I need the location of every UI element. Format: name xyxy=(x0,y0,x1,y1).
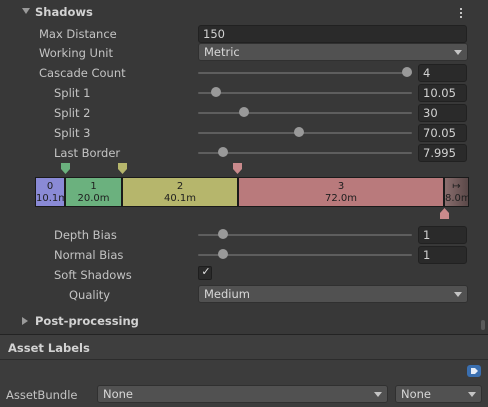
split3-handle-icon[interactable] xyxy=(233,163,242,174)
foldout-collapsed-icon[interactable] xyxy=(22,317,28,325)
chevron-down-icon xyxy=(468,392,476,397)
cascade-3: 3 72.0m xyxy=(239,178,443,206)
cascade-2: 2 40.1m xyxy=(123,178,237,206)
soft-shadows-label: Soft Shadows xyxy=(54,268,132,282)
asset-bundle-dropdown[interactable]: None xyxy=(97,385,388,403)
normal-bias-slider-thumb[interactable] xyxy=(218,249,228,259)
cascade-last-border-distance: 8.0m xyxy=(445,193,468,204)
split2-slider-track[interactable] xyxy=(198,112,412,114)
checkmark-icon: ✓ xyxy=(201,265,211,278)
split1-field[interactable]: 10.05 xyxy=(418,84,467,102)
cascade-0-distance: 10.1m xyxy=(36,193,64,204)
scrollbar-handle[interactable] xyxy=(481,320,485,330)
split2-label: Split 2 xyxy=(54,106,91,120)
asset-bundle-label: AssetBundle xyxy=(6,388,78,402)
working-unit-value: Metric xyxy=(204,45,240,59)
normal-bias-slider-track[interactable] xyxy=(198,254,412,256)
chevron-down-icon xyxy=(454,50,462,55)
cascade-2-index: 2 xyxy=(176,181,184,192)
cascade-3-distance: 72.0m xyxy=(324,193,357,204)
asset-bundle-variant-value: None xyxy=(401,387,432,401)
cascade-1-index: 1 xyxy=(90,181,97,192)
split1-slider-track[interactable] xyxy=(198,92,412,94)
split2-slider-thumb[interactable] xyxy=(239,107,249,117)
split3-slider-thumb[interactable] xyxy=(294,127,304,137)
normal-bias-label: Normal Bias xyxy=(54,248,124,262)
split1-slider-thumb[interactable] xyxy=(211,87,221,97)
last-border-slider-thumb[interactable] xyxy=(218,147,228,157)
shadows-foldout-header[interactable]: Shadows xyxy=(0,2,488,22)
label-tag-icon[interactable] xyxy=(466,364,482,378)
split3-field[interactable]: 70.05 xyxy=(418,124,467,142)
chevron-down-icon xyxy=(374,392,382,397)
quality-dropdown[interactable]: Medium xyxy=(198,285,468,303)
cascade-count-slider-track[interactable] xyxy=(198,72,412,74)
quality-label: Quality xyxy=(69,288,111,302)
cascade-count-field[interactable]: 4 xyxy=(418,64,467,82)
split2-handle-icon[interactable] xyxy=(118,163,127,174)
cascade-count-label: Cascade Count xyxy=(39,66,126,80)
post-processing-title: Post-processing xyxy=(35,314,139,328)
chevron-down-icon xyxy=(454,292,462,297)
cascade-1: 1 20.0m xyxy=(66,178,121,206)
last-border-slider-track[interactable] xyxy=(198,152,412,154)
quality-value: Medium xyxy=(204,287,250,301)
asset-labels-panel: AssetBundle None None xyxy=(0,360,488,407)
cascade-3-index: 3 xyxy=(337,181,345,192)
depth-bias-field[interactable]: 1 xyxy=(418,226,467,244)
depth-bias-slider-track[interactable] xyxy=(198,234,412,236)
cascade-0-index: 0 xyxy=(46,181,54,192)
cascade-1-distance: 20.0m xyxy=(77,193,110,204)
last-border-field[interactable]: 7.995 xyxy=(418,144,467,162)
foldout-expanded-icon[interactable] xyxy=(22,8,30,14)
depth-bias-label: Depth Bias xyxy=(54,228,117,242)
working-unit-dropdown[interactable]: Metric xyxy=(198,43,468,61)
split2-field[interactable]: 30 xyxy=(418,104,467,122)
split3-label: Split 3 xyxy=(54,126,91,140)
asset-bundle-value: None xyxy=(103,387,134,401)
cascade-split-bar[interactable]: 0 10.1m 1 20.0m 2 40.1m 3 72.0m ↦ 8.0m xyxy=(35,177,469,207)
cascade-2-distance: 40.1m xyxy=(163,193,196,204)
asset-bundle-variant-dropdown[interactable]: None xyxy=(395,385,482,403)
soft-shadows-checkbox[interactable]: ✓ xyxy=(198,265,212,280)
max-distance-field[interactable]: 150 xyxy=(198,25,467,43)
max-distance-label: Max Distance xyxy=(39,27,117,41)
last-border-label: Last Border xyxy=(54,146,121,160)
split3-slider-track[interactable] xyxy=(198,132,412,134)
shadows-title: Shadows xyxy=(35,5,93,19)
split1-label: Split 1 xyxy=(54,86,91,100)
normal-bias-field[interactable]: 1 xyxy=(418,246,467,264)
working-unit-label: Working Unit xyxy=(39,46,113,60)
cascade-last-border: ↦ 8.0m xyxy=(445,178,468,206)
split1-handle-icon[interactable] xyxy=(61,163,70,174)
depth-bias-slider-thumb[interactable] xyxy=(218,229,228,239)
cascade-last-border-index: ↦ xyxy=(452,181,461,192)
post-processing-foldout-header[interactable]: Post-processing xyxy=(0,311,488,331)
cascade-0: 0 10.1m xyxy=(36,178,64,206)
asset-labels-header[interactable]: Asset Labels xyxy=(0,334,488,360)
cascade-count-slider-thumb[interactable] xyxy=(402,67,412,77)
last-border-handle-icon[interactable] xyxy=(440,208,449,219)
asset-labels-title: Asset Labels xyxy=(8,341,90,355)
more-options-icon[interactable] xyxy=(459,8,463,20)
